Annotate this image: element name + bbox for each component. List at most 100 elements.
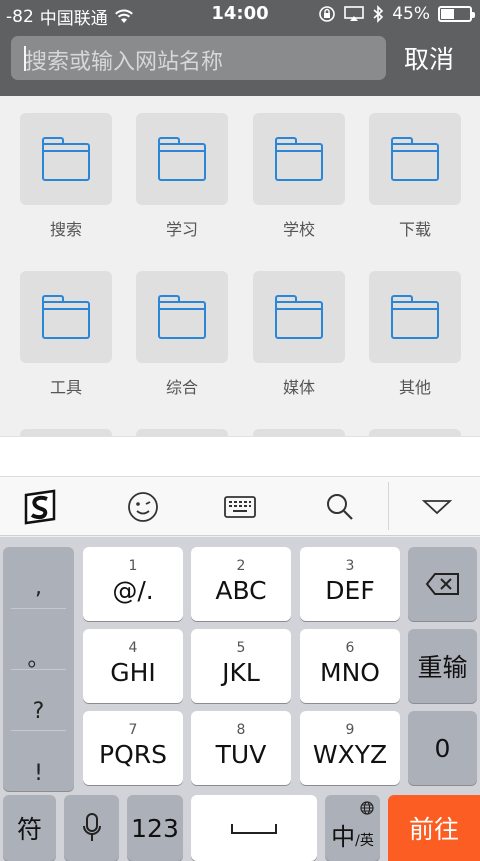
folder-tile[interactable]: 学校: [253, 113, 345, 240]
emoji-icon[interactable]: [121, 485, 165, 529]
status-bar: -82 中国联通 14:00 45%: [0, 0, 480, 30]
punct-key-question[interactable]: ?: [3, 699, 74, 724]
folder-label: 搜索: [49, 220, 82, 239]
key-letters: WXYZ: [312, 739, 388, 769]
go-button[interactable]: 前往: [388, 795, 480, 861]
folder-box: [136, 271, 228, 363]
folder-tile[interactable]: 其他: [369, 271, 461, 398]
key-number: 1: [128, 557, 138, 574]
key-1[interactable]: 1 @/.: [83, 547, 183, 621]
screen-mirroring-icon: [344, 6, 365, 21]
folder-icon: [391, 295, 439, 339]
folder-icon: [275, 137, 323, 181]
folder-tile-partial[interactable]: [136, 429, 228, 436]
folder-tile[interactable]: 下载: [369, 113, 461, 240]
key-8[interactable]: 8 TUV: [191, 711, 291, 785]
sogou-logo-icon[interactable]: [18, 485, 62, 529]
space-icon: [231, 824, 277, 834]
key-6[interactable]: 6 MNO: [300, 629, 400, 703]
punct-key-comma[interactable]: ,: [3, 575, 74, 600]
folder-tile[interactable]: 搜索: [20, 113, 112, 240]
reenter-button[interactable]: 重输: [408, 629, 477, 703]
folder-icon: [42, 137, 90, 181]
key-letters: DEF: [325, 575, 375, 605]
symbols-button[interactable]: 符: [3, 795, 56, 861]
battery-icon: [438, 6, 475, 22]
folder-box: [253, 429, 345, 436]
key-letters: ABC: [215, 575, 267, 605]
rotation-lock-icon: [319, 6, 336, 22]
keyboard-toolbar: [0, 476, 480, 536]
top-header: -82 中国联通 14:00 45% 搜索或输入网站名称 取消: [0, 0, 480, 96]
key-number: 8: [236, 721, 246, 738]
folder-box: [136, 113, 228, 205]
keyboard: , 。 ? ! 1 @/. 2 ABC 3 DEF 4 GHI 5 JKL 6 …: [0, 537, 480, 861]
folder-tile[interactable]: 综合: [136, 271, 228, 398]
folder-box: [20, 271, 112, 363]
delete-button[interactable]: [408, 547, 477, 621]
key-0[interactable]: 0: [408, 711, 477, 785]
punct-separator: [11, 730, 66, 731]
key-letters: PQRS: [99, 739, 167, 769]
globe-icon: [360, 801, 374, 815]
language-toggle-button[interactable]: 中 /英: [325, 795, 380, 861]
search-icon[interactable]: [318, 485, 362, 529]
folder-tile-partial[interactable]: [369, 429, 461, 436]
key-number: 4: [128, 639, 138, 656]
folder-icon: [42, 295, 90, 339]
toolbar-divider: [388, 482, 389, 530]
folder-icon: [275, 295, 323, 339]
folder-box: [20, 113, 112, 205]
search-placeholder: 搜索或输入网站名称: [25, 50, 224, 75]
folder-tile[interactable]: 媒体: [253, 271, 345, 398]
folder-box: [136, 429, 228, 436]
key-7[interactable]: 7 PQRS: [83, 711, 183, 785]
folder-tile[interactable]: 工具: [20, 271, 112, 398]
folder-box: [253, 271, 345, 363]
punct-separator: [11, 669, 66, 670]
folder-label: 媒体: [282, 378, 315, 397]
folder-icon: [158, 137, 206, 181]
punct-key-exclaim[interactable]: !: [3, 761, 74, 786]
key-letters: MNO: [320, 657, 380, 687]
key-2[interactable]: 2 ABC: [191, 547, 291, 621]
key-letters: GHI: [110, 657, 156, 687]
key-number: 2: [236, 557, 246, 574]
key-letters: @/.: [112, 575, 154, 605]
collapse-keyboard-icon[interactable]: [415, 485, 459, 529]
battery-percent: 45%: [392, 4, 430, 24]
microphone-icon: [82, 813, 101, 841]
folder-label: 学校: [282, 220, 315, 239]
folder-tile[interactable]: 学习: [136, 113, 228, 240]
candidate-bar: [0, 436, 480, 476]
key-4[interactable]: 4 GHI: [83, 629, 183, 703]
punctuation-column[interactable]: , 。 ? !: [3, 547, 74, 791]
space-bar[interactable]: [191, 795, 317, 861]
keyboard-icon[interactable]: [218, 485, 262, 529]
punct-separator: [11, 608, 66, 609]
key-letters: TUV: [215, 739, 267, 769]
folder-label: 其他: [398, 378, 431, 397]
folder-box: [369, 429, 461, 436]
microphone-button[interactable]: [64, 795, 119, 861]
folder-tile-partial[interactable]: [253, 429, 345, 436]
battery-fill: [441, 9, 454, 19]
backspace-icon: [425, 573, 459, 595]
cancel-button[interactable]: 取消: [404, 40, 454, 76]
key-number: 7: [128, 721, 138, 738]
key-number: 9: [345, 721, 355, 738]
folder-label: 综合: [165, 378, 198, 397]
folder-box: [369, 113, 461, 205]
key-number: 3: [345, 557, 355, 574]
key-3[interactable]: 3 DEF: [300, 547, 400, 621]
lang-main-label: 中: [331, 822, 356, 851]
status-right: 45%: [318, 4, 475, 24]
key-letters: JKL: [222, 657, 260, 687]
key-5[interactable]: 5 JKL: [191, 629, 291, 703]
folder-tile-partial[interactable]: [20, 429, 112, 436]
key-9[interactable]: 9 WXYZ: [300, 711, 400, 785]
search-input[interactable]: 搜索或输入网站名称: [11, 36, 386, 80]
folder-label: 下载: [398, 220, 431, 239]
folder-box: [20, 429, 112, 436]
numbers-button[interactable]: 123: [127, 795, 183, 861]
